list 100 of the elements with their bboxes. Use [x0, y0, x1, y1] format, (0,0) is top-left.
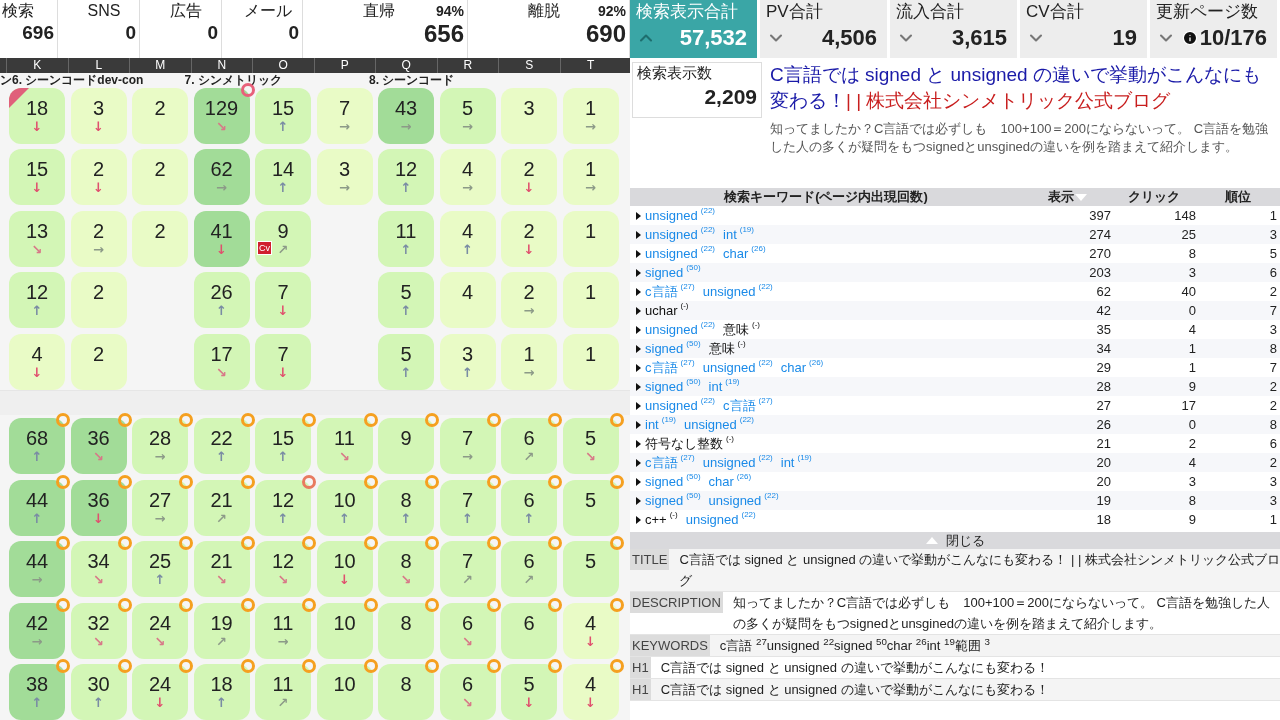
- count-tile[interactable]: 19 ↗: [193, 602, 250, 659]
- keyword-row[interactable]: signed (50) 意味 (-) 34 1 8: [630, 339, 1280, 358]
- count-tile[interactable]: 7 ↗: [439, 541, 496, 597]
- count-tile[interactable]: 3 ↓: [70, 87, 127, 144]
- count-tile[interactable]: 7 ↑: [439, 479, 496, 536]
- count-tile[interactable]: 38 ↑: [9, 664, 65, 720]
- count-tile[interactable]: 2 →: [501, 272, 557, 329]
- count-tile[interactable]: 27 →: [132, 479, 188, 536]
- count-tile[interactable]: 10 ↓: [316, 541, 373, 597]
- keyword-link[interactable]: unsigned: [702, 281, 756, 302]
- keyword-link[interactable]: c言語: [645, 452, 678, 473]
- count-tile[interactable]: 4 →: [439, 149, 496, 206]
- count-tile[interactable]: 30 ↑: [70, 664, 127, 720]
- count-tile[interactable]: 25 ↑: [132, 541, 188, 597]
- metric-tab[interactable]: 流入合計 3,615: [890, 0, 1020, 58]
- count-tile[interactable]: 42 →: [9, 602, 65, 659]
- count-tile[interactable]: 11 →: [255, 602, 311, 659]
- keyword-link[interactable]: unsigned: [645, 205, 698, 226]
- keyword-link[interactable]: unsigned: [645, 319, 698, 340]
- count-tile[interactable]: 6 ↑: [501, 479, 557, 536]
- count-tile[interactable]: 7 →: [316, 87, 373, 144]
- keyword-link[interactable]: unsigned: [685, 509, 739, 530]
- count-tile[interactable]: 5 ↑: [378, 272, 434, 329]
- count-tile[interactable]: 18 ↓: [9, 87, 65, 144]
- page-title-link[interactable]: C言語では signed と unsigned の違いで挙動がこんなにも変わる！| | 株式会社シンメトリック公式ブログ: [770, 62, 1270, 114]
- count-tile[interactable]: 7 →: [439, 418, 496, 474]
- count-tile[interactable]: 3 ↑: [439, 333, 496, 390]
- count-tile[interactable]: 5 ↑: [378, 333, 434, 390]
- count-tile[interactable]: 32 ↘: [70, 602, 127, 659]
- count-tile[interactable]: 62 →: [193, 149, 250, 206]
- count-tile[interactable]: 36 ↘: [70, 418, 127, 474]
- keyword-link[interactable]: c言語: [723, 395, 756, 416]
- count-tile[interactable]: 5: [562, 479, 619, 536]
- count-tile[interactable]: 11 ↗: [255, 664, 311, 720]
- keyword-link[interactable]: char: [708, 471, 734, 492]
- count-tile[interactable]: 41 ↓: [193, 210, 250, 267]
- count-tile[interactable]: 24 ↓: [132, 664, 188, 720]
- count-tile[interactable]: 2: [70, 333, 127, 390]
- keyword-link[interactable]: unsigned: [702, 357, 756, 378]
- count-tile[interactable]: 4 ↓: [562, 664, 619, 720]
- count-tile[interactable]: 68 ↑: [9, 418, 65, 474]
- count-tile[interactable]: 26 ↑: [193, 272, 250, 329]
- count-tile[interactable]: 2 →: [70, 210, 127, 267]
- count-tile[interactable]: 9: [378, 418, 434, 474]
- count-tile[interactable]: 3 →: [316, 149, 373, 206]
- count-tile[interactable]: 8: [378, 664, 434, 720]
- count-tile[interactable]: 21 ↘: [193, 541, 250, 597]
- count-tile[interactable]: 6 ↗: [501, 541, 557, 597]
- count-tile[interactable]: 8: [378, 602, 434, 659]
- metric-tab[interactable]: CV合計 19: [1020, 0, 1150, 58]
- count-tile[interactable]: 2 ↓: [501, 210, 557, 267]
- count-tile[interactable]: 28 →: [132, 418, 188, 474]
- count-tile[interactable]: 22 ↑: [193, 418, 250, 474]
- count-tile[interactable]: 6 ↘: [439, 664, 496, 720]
- column-header[interactable]: 順位: [1196, 187, 1280, 207]
- count-tile[interactable]: 2: [132, 210, 188, 267]
- keyword-row[interactable]: uchar (-) 42 0 7: [630, 301, 1280, 320]
- count-tile[interactable]: 21 ↗: [193, 479, 250, 536]
- count-tile[interactable]: 7 ↓: [255, 272, 311, 329]
- count-tile[interactable]: 6 ↘: [439, 602, 496, 659]
- keyword-link[interactable]: c言語: [645, 281, 678, 302]
- count-tile[interactable]: 8 ↑: [378, 479, 434, 536]
- keyword-row[interactable]: signed (50) 203 3 6: [630, 263, 1280, 282]
- count-tile[interactable]: 13 ↘: [9, 210, 65, 267]
- count-tile[interactable]: 5 →: [439, 87, 496, 144]
- count-tile[interactable]: 2: [132, 149, 188, 206]
- count-tile[interactable]: 17 ↘: [193, 333, 250, 390]
- keyword-link[interactable]: char: [780, 357, 807, 378]
- count-tile[interactable]: 36 ↓: [70, 479, 127, 536]
- column-header[interactable]: 検索キーワード(ページ内出現回数): [630, 187, 1022, 207]
- count-tile[interactable]: 44 ↑: [9, 479, 65, 536]
- count-tile[interactable]: 1 →: [562, 87, 619, 144]
- count-tile[interactable]: 18 ↑: [193, 664, 250, 720]
- count-tile[interactable]: 2 ↓: [501, 149, 557, 206]
- count-tile[interactable]: 10: [316, 664, 373, 720]
- count-tile[interactable]: 24 ↘: [132, 602, 188, 659]
- count-tile[interactable]: 12 ↑: [9, 272, 65, 329]
- metric-tab[interactable]: 更新ページ数 10/176: [1150, 0, 1280, 58]
- keyword-link[interactable]: c言語: [645, 357, 678, 378]
- count-tile[interactable]: 34 ↘: [70, 541, 127, 597]
- count-tile[interactable]: 11 ↘: [316, 418, 373, 474]
- count-tile[interactable]: 6: [501, 602, 557, 659]
- count-tile[interactable]: 6 ↗: [501, 418, 557, 474]
- count-tile[interactable]: 4 ↓: [562, 602, 619, 659]
- count-tile[interactable]: 4 ↑: [439, 210, 496, 267]
- keyword-row[interactable]: c言語 (27) unsigned (22) int (19) 20 4 2: [630, 453, 1280, 472]
- count-tile[interactable]: 2: [70, 272, 127, 329]
- count-tile[interactable]: 12 ↑: [378, 149, 434, 206]
- count-tile[interactable]: 1: [562, 333, 619, 390]
- count-tile[interactable]: 2 ↓: [70, 149, 127, 206]
- close-bar[interactable]: 閉じる: [630, 532, 1280, 549]
- count-tile[interactable]: 15 ↑: [255, 87, 311, 144]
- count-tile[interactable]: 44 →: [9, 541, 65, 597]
- count-tile[interactable]: 43 →: [378, 87, 434, 144]
- keyword-link[interactable]: unsigned: [645, 395, 698, 416]
- count-tile[interactable]: 2: [132, 87, 188, 144]
- count-tile[interactable]: 4: [439, 272, 496, 329]
- count-tile[interactable]: 11 ↑: [378, 210, 434, 267]
- count-tile[interactable]: 1 →: [501, 333, 557, 390]
- keyword-link[interactable]: unsigned: [645, 243, 698, 264]
